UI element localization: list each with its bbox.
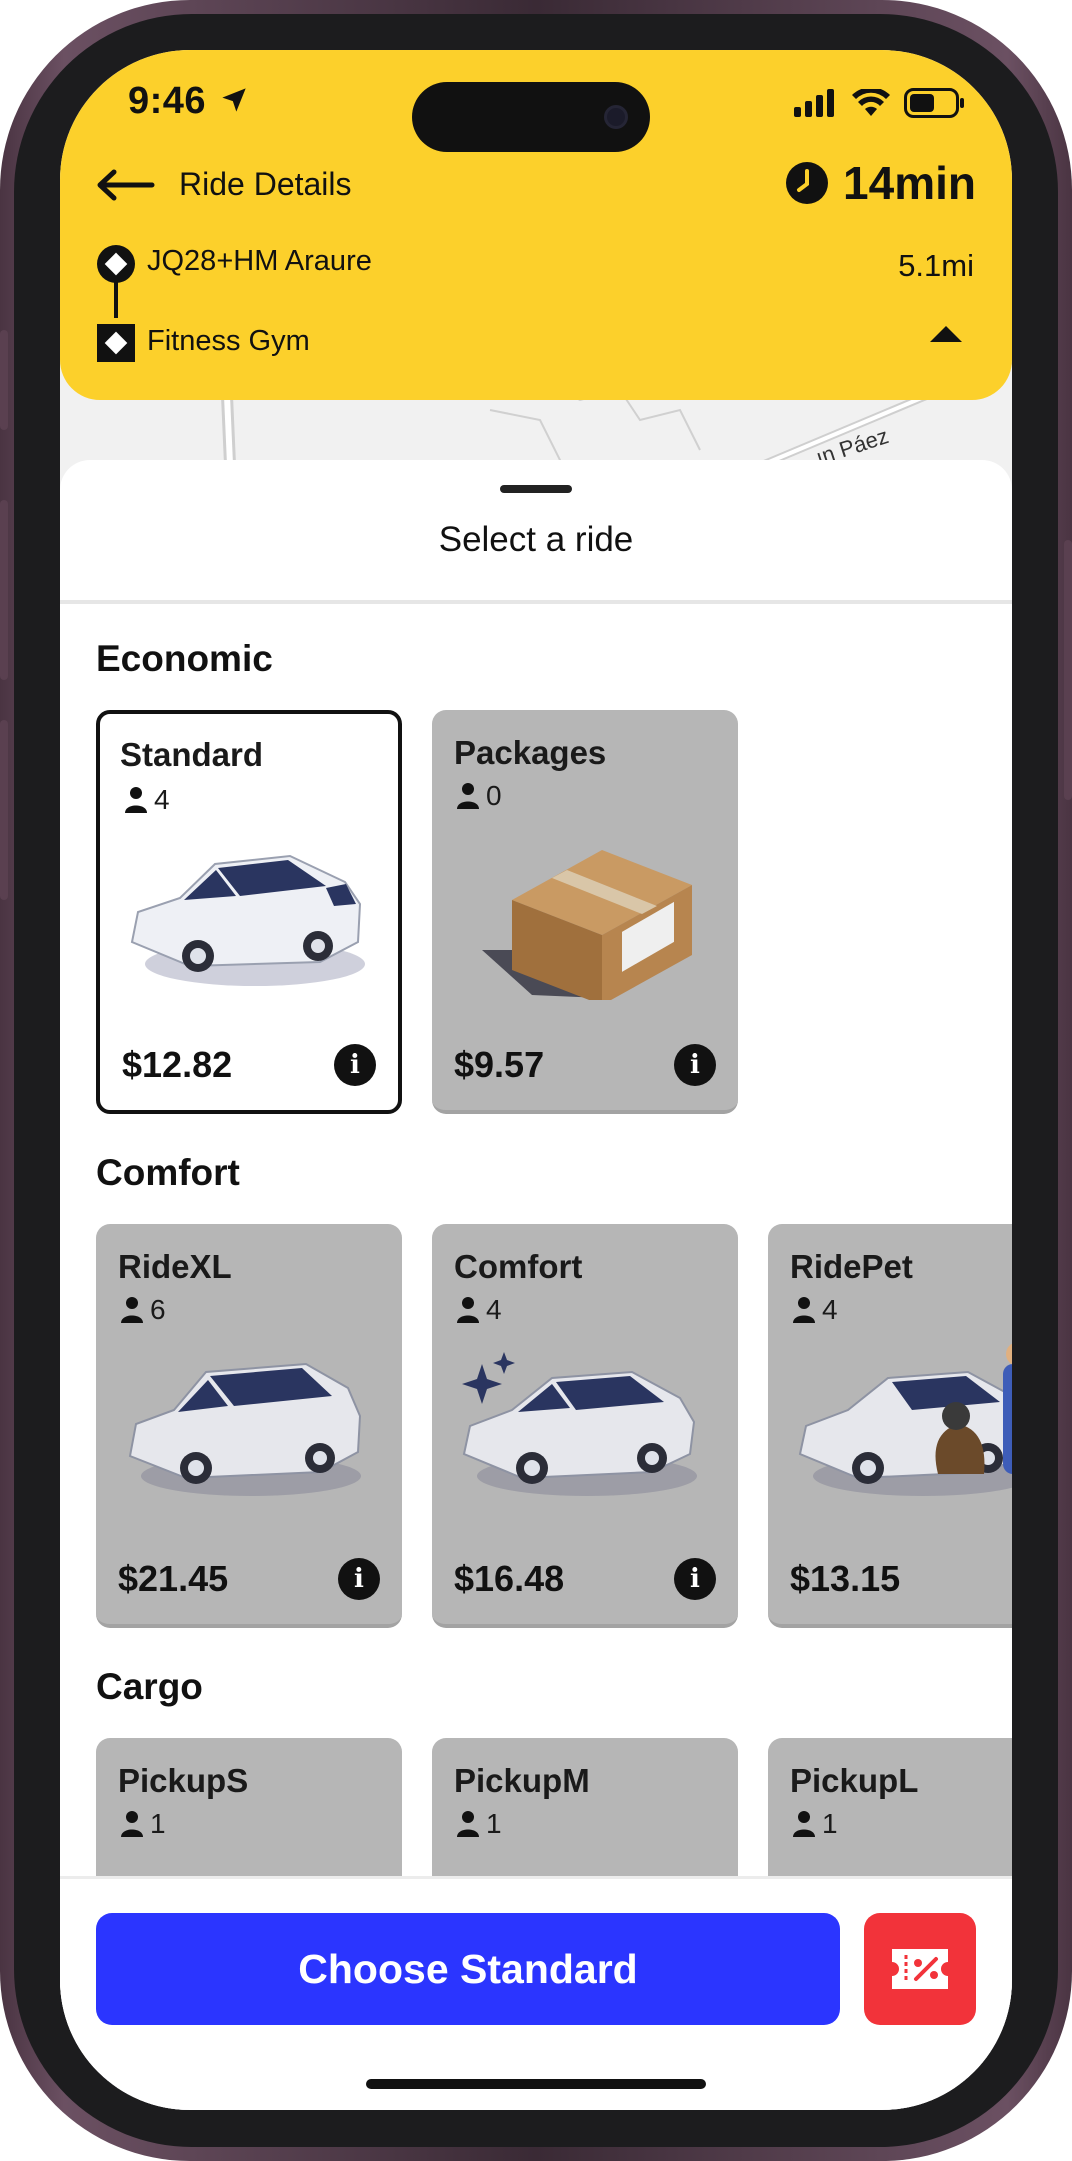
destination-address[interactable]: Fitness Gym xyxy=(147,325,310,358)
ride-option-ridexl[interactable]: RideXL 6 $21.45 i xyxy=(96,1224,402,1628)
person-icon xyxy=(125,787,147,813)
ride-price: $9.57 xyxy=(454,1044,545,1085)
section-title-comfort: Comfort xyxy=(96,1152,240,1193)
info-icon[interactable]: i xyxy=(674,1044,716,1086)
person-icon xyxy=(793,1811,815,1837)
minivan-icon xyxy=(128,1362,362,1496)
sheet-grabber[interactable] xyxy=(500,485,572,493)
route-connector xyxy=(114,282,118,318)
wifi-icon xyxy=(852,89,890,116)
clock-icon xyxy=(786,162,829,204)
page-title: Ride Details xyxy=(179,166,352,202)
screen: 9:46 Ride Details 14min JQ28+HM Araure F… xyxy=(60,50,1012,2110)
ride-option-ridepet[interactable]: RidePet 4 $13.15 xyxy=(768,1224,1012,1628)
action-button xyxy=(0,330,8,430)
choose-ride-button[interactable]: Choose Standard xyxy=(96,1913,840,2025)
ride-name: PickupM xyxy=(454,1762,590,1799)
ride-option-comfort[interactable]: Comfort 4 $16.48 i xyxy=(432,1224,738,1628)
sedan-car-icon xyxy=(130,854,365,986)
discount-ticket-icon xyxy=(892,1949,948,1989)
ride-name: Packages xyxy=(454,734,607,771)
seat-count: 1 xyxy=(456,1808,502,1840)
ride-name: PickupS xyxy=(118,1762,249,1799)
info-icon[interactable]: i xyxy=(674,1558,716,1600)
ride-price: $21.45 xyxy=(118,1558,229,1599)
divider xyxy=(60,600,1012,604)
seat-count-value: 1 xyxy=(150,1808,166,1839)
home-indicator[interactable] xyxy=(366,2079,706,2089)
sparkle-car-icon xyxy=(462,1352,697,1496)
volume-down-button xyxy=(0,720,8,900)
package-box-icon xyxy=(482,850,692,1000)
seat-count: 0 xyxy=(456,780,502,812)
ride-selection-sheet: Select a ride Economic Standard 4 $12.82… xyxy=(60,460,1012,2110)
ride-name: RidePet xyxy=(790,1248,913,1285)
seat-count-value: 0 xyxy=(486,780,502,811)
ride-price: $12.82 xyxy=(122,1044,233,1085)
ride-option-packages[interactable]: Packages 0 $9.57 i xyxy=(432,710,738,1114)
promo-code-button[interactable] xyxy=(864,1913,976,2025)
back-arrow-icon[interactable] xyxy=(94,168,156,202)
eta-text: 14min xyxy=(843,157,976,209)
seat-count-value: 4 xyxy=(822,1294,838,1325)
battery-icon xyxy=(904,88,964,118)
ride-details-header: 9:46 Ride Details 14min JQ28+HM Araure F… xyxy=(60,50,1012,400)
ride-price: $16.48 xyxy=(454,1558,565,1599)
ride-name: PickupL xyxy=(790,1762,919,1799)
ride-option-standard[interactable]: Standard 4 $12.82 i xyxy=(96,710,402,1114)
power-button xyxy=(1064,540,1072,800)
person-icon xyxy=(121,1811,143,1837)
status-time: 9:46 xyxy=(128,80,207,122)
seat-count-value: 4 xyxy=(154,784,170,815)
seat-count: 4 xyxy=(456,1294,502,1326)
origin-address[interactable]: JQ28+HM Araure xyxy=(147,245,372,278)
trip-distance: 5.1mi xyxy=(898,248,974,283)
pet-car-icon xyxy=(798,1344,1012,1496)
seat-count: 4 xyxy=(124,784,170,816)
seat-count-value: 1 xyxy=(822,1808,838,1839)
cellular-signal-icon xyxy=(794,89,834,117)
seat-count-value: 1 xyxy=(486,1808,502,1839)
seat-count-value: 6 xyxy=(150,1294,166,1325)
ride-name: RideXL xyxy=(118,1248,232,1285)
ride-price: $13.15 xyxy=(790,1558,901,1599)
destination-marker-icon xyxy=(97,324,135,362)
section-title-cargo: Cargo xyxy=(96,1666,203,1707)
volume-up-button xyxy=(0,500,8,680)
person-icon xyxy=(121,1297,143,1323)
person-icon xyxy=(793,1297,815,1323)
status-icons xyxy=(794,88,966,118)
seat-count: 1 xyxy=(792,1808,838,1840)
seat-count: 6 xyxy=(120,1294,166,1326)
seat-count-value: 4 xyxy=(486,1294,502,1325)
seat-count: 4 xyxy=(792,1294,838,1326)
person-icon xyxy=(457,783,479,809)
bottom-action-bar: Choose Standard xyxy=(60,1876,1012,2110)
section-title-economic: Economic xyxy=(96,638,273,679)
info-icon[interactable]: i xyxy=(338,1558,380,1600)
seat-count: 1 xyxy=(120,1808,166,1840)
person-icon xyxy=(457,1297,479,1323)
origin-marker-icon xyxy=(97,245,135,283)
collapse-caret-icon[interactable] xyxy=(930,326,962,342)
location-arrow-icon xyxy=(222,88,246,112)
eta: 14min xyxy=(785,156,976,210)
person-icon xyxy=(457,1811,479,1837)
dynamic-island xyxy=(412,82,650,152)
ride-name: Comfort xyxy=(454,1248,583,1285)
ride-name: Standard xyxy=(120,736,264,773)
sheet-title: Select a ride xyxy=(438,520,634,559)
info-icon[interactable]: i xyxy=(334,1044,376,1086)
